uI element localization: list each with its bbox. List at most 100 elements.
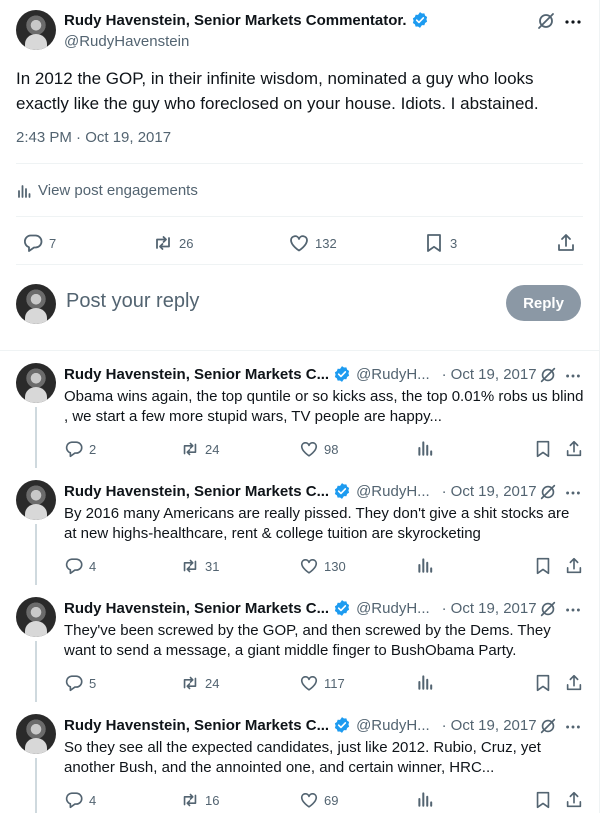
repost-icon: [183, 793, 197, 807]
more-icon[interactable]: [564, 367, 582, 385]
author-name[interactable]: Rudy Havenstein, Senior Markets C...: [64, 717, 329, 734]
reply-text: Obama wins again, the top quntile or so …: [64, 388, 584, 425]
grok-icon[interactable]: [535, 10, 557, 32]
author-handle[interactable]: @RudyH...: [356, 483, 430, 500]
reply-date[interactable]: Oct 19, 2017: [451, 366, 537, 383]
reply-button[interactable]: Reply: [506, 285, 581, 321]
more-icon[interactable]: [564, 718, 582, 736]
share-action[interactable]: [555, 232, 577, 254]
reply-action[interactable]: 4: [64, 790, 96, 810]
author-name[interactable]: Rudy Havenstein, Senior Markets C...: [64, 483, 329, 500]
reply-tweet[interactable]: Rudy Havenstein, Senior Markets C... @Ru…: [0, 351, 599, 468]
repost-action[interactable]: 24: [180, 439, 219, 459]
bookmark-action[interactable]: [533, 556, 553, 576]
reply-date[interactable]: Oct 19, 2017: [451, 483, 537, 500]
like-action[interactable]: 98: [299, 439, 338, 459]
like-action[interactable]: 130: [299, 556, 346, 576]
reply-tweet[interactable]: Rudy Havenstein, Senior Markets C... @Ru…: [0, 468, 599, 585]
repost-action[interactable]: 31: [180, 556, 219, 576]
author-avatar[interactable]: [16, 597, 56, 637]
separator-dot: ·: [441, 482, 447, 500]
share-action[interactable]: [564, 673, 584, 693]
bookmark-action[interactable]: 3: [423, 232, 457, 254]
views-action[interactable]: [416, 673, 434, 691]
author-name[interactable]: Rudy Havenstein, Senior Markets C...: [64, 366, 329, 383]
bookmark-action[interactable]: [533, 673, 553, 693]
grok-icon[interactable]: [538, 716, 558, 736]
main-tweet: Rudy Havenstein, Senior Markets Commenta…: [0, 0, 599, 264]
bookmark-action[interactable]: [533, 790, 553, 810]
author-name-row[interactable]: Rudy Havenstein, Senior Markets Commenta…: [64, 11, 429, 29]
views-action[interactable]: [416, 790, 434, 808]
reply-action[interactable]: 5: [64, 673, 96, 693]
like-icon: [290, 235, 308, 252]
share-icon: [566, 440, 582, 457]
repost-action[interactable]: 24: [180, 673, 219, 693]
reply-tweet[interactable]: Rudy Havenstein, Senior Markets C... @Ru…: [0, 585, 599, 702]
grok-icon[interactable]: [538, 599, 558, 619]
repost-action[interactable]: 16: [180, 790, 219, 810]
separator-dot: ·: [441, 365, 447, 383]
bookmark-icon: [536, 440, 550, 458]
reply-header: Rudy Havenstein, Senior Markets C... @Ru…: [64, 716, 537, 734]
reply-action[interactable]: 7: [22, 232, 56, 254]
repost-count: 26: [179, 235, 194, 251]
right-border: [599, 0, 600, 813]
user-avatar[interactable]: [16, 284, 56, 324]
thread-line: [35, 641, 37, 702]
reply-header: Rudy Havenstein, Senior Markets C... @Ru…: [64, 365, 537, 383]
like-action[interactable]: 117: [299, 673, 345, 693]
author-avatar[interactable]: [16, 363, 56, 403]
author-avatar[interactable]: [16, 480, 56, 520]
author-handle[interactable]: @RudyH...: [356, 717, 430, 734]
more-icon[interactable]: [564, 484, 582, 502]
reply-text: They've been screwed by the GOP, and the…: [64, 622, 551, 659]
reply-tweet[interactable]: Rudy Havenstein, Senior Markets C... @Ru…: [0, 702, 599, 813]
verified-badge-icon: [334, 600, 350, 616]
grok-icon[interactable]: [538, 365, 558, 385]
reply-date[interactable]: Oct 19, 2017: [451, 600, 537, 617]
reply-action[interactable]: 4: [64, 556, 96, 576]
author-handle[interactable]: @RudyH...: [356, 366, 430, 383]
repost-count: 31: [205, 558, 220, 574]
author-name[interactable]: Rudy Havenstein, Senior Markets C...: [64, 600, 329, 617]
like-icon: [300, 558, 318, 574]
repost-action[interactable]: 26: [152, 232, 193, 254]
views-action[interactable]: [416, 439, 434, 457]
reply-header: Rudy Havenstein, Senior Markets C... @Ru…: [64, 482, 537, 500]
reply-action[interactable]: 2: [64, 439, 96, 459]
reply-header: Rudy Havenstein, Senior Markets C... @Ru…: [64, 599, 537, 617]
bookmark-action[interactable]: [533, 439, 553, 459]
author-handle[interactable]: @RudyHavenstein: [64, 33, 189, 50]
share-action[interactable]: [564, 439, 584, 459]
author-handle[interactable]: @RudyH...: [356, 600, 430, 617]
bookmark-icon: [536, 674, 550, 692]
bookmark-count: 3: [450, 235, 458, 251]
views-action[interactable]: [416, 556, 434, 574]
bookmark-icon: [536, 791, 550, 809]
author-name[interactable]: Rudy Havenstein, Senior Markets Commenta…: [64, 12, 407, 29]
author-avatar[interactable]: [16, 714, 56, 754]
reply-date[interactable]: Oct 19, 2017: [451, 717, 537, 734]
more-icon[interactable]: [564, 601, 582, 619]
reply-input[interactable]: Post your reply: [66, 290, 199, 313]
like-action[interactable]: 132: [288, 232, 337, 254]
share-icon: [566, 791, 582, 808]
views-icon: [18, 184, 31, 198]
grok-icon[interactable]: [538, 482, 558, 502]
share-icon: [566, 557, 582, 574]
tweet-timestamp[interactable]: 2:43 PM · Oct 19, 2017: [16, 129, 171, 146]
more-icon[interactable]: [563, 12, 583, 32]
author-avatar[interactable]: [16, 10, 56, 50]
reply-count: 4: [89, 792, 97, 808]
share-action[interactable]: [564, 556, 584, 576]
repost-icon: [156, 236, 170, 250]
bookmark-icon: [536, 557, 550, 575]
repost-icon: [183, 442, 197, 456]
share-icon: [558, 234, 574, 251]
like-action[interactable]: 69: [299, 790, 338, 810]
share-action[interactable]: [564, 790, 584, 810]
reply-icon: [65, 441, 83, 458]
view-engagements-link[interactable]: View post engagements: [16, 182, 198, 199]
verified-badge-icon: [334, 366, 350, 382]
